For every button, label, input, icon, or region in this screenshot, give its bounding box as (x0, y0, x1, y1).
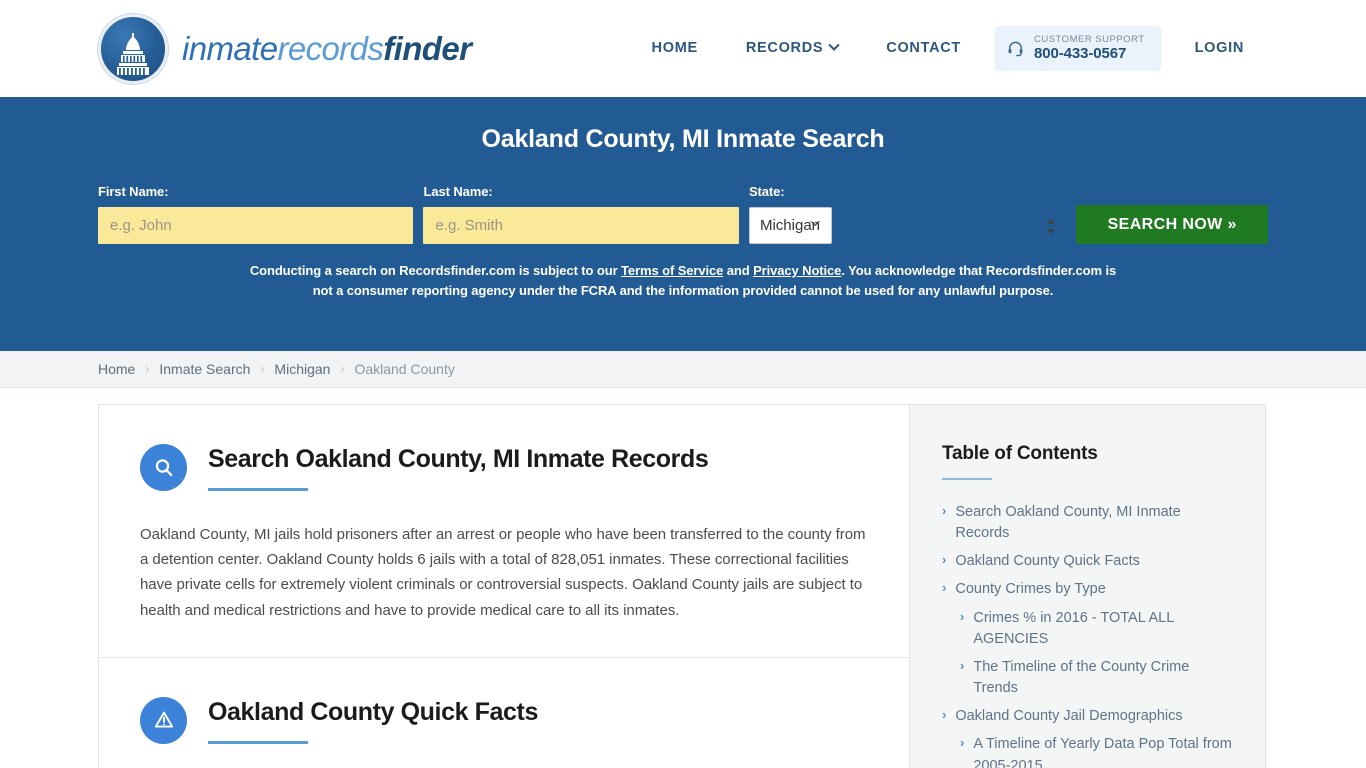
terms-of-service-link[interactable]: Terms of Service (621, 263, 723, 278)
alert-icon (140, 696, 187, 744)
breadcrumb-separator-icon: › (340, 362, 345, 376)
chevron-right-icon: › (960, 657, 965, 673)
nav-item-records[interactable]: RECORDS (722, 39, 862, 57)
section-header: Search Oakland County, MI Inmate Records (140, 442, 868, 491)
support-label: CUSTOMER SUPPORT (1033, 33, 1145, 45)
chevron-right-icon: › (942, 580, 947, 596)
title-underline (208, 740, 308, 744)
headset-icon (1007, 40, 1024, 57)
inmate-search-hero: Oakland County, MI Inmate Search First N… (0, 97, 1366, 351)
section-body-text: Oakland County, MI jails hold prisoners … (140, 526, 866, 619)
section-quick-facts: Oakland County Quick Facts (99, 656, 909, 768)
nav-item-contact[interactable]: CONTACT (862, 40, 985, 56)
first-name-input[interactable] (98, 207, 414, 244)
state-field-group: State: Michigan (748, 184, 1066, 244)
last-name-field-group: Last Name: (423, 184, 739, 244)
nav-item-login-label: LOGIN (1194, 40, 1244, 57)
breadcrumb: Home › Inmate Search › Michigan › Oaklan… (0, 351, 1366, 388)
disclaimer-text-mid: and (723, 263, 754, 278)
toc-underline (942, 478, 992, 480)
toc-item[interactable]: › Crimes % in 2016 - TOTAL ALL AGENCIES (942, 608, 1235, 650)
section-title-wrapper: Search Oakland County, MI Inmate Records (208, 442, 709, 491)
customer-support-badge[interactable]: CUSTOMER SUPPORT 800-433-0567 (994, 25, 1161, 72)
title-underline (208, 487, 308, 491)
toc-link[interactable]: The Timeline of the County Crime Trends (973, 657, 1235, 699)
search-now-button[interactable]: SEARCH NOW » (1076, 205, 1268, 244)
toc-item[interactable]: › A Timeline of Yearly Data Pop Total fr… (942, 734, 1235, 768)
last-name-label: Last Name: (423, 184, 493, 199)
capitol-dome-icon (98, 13, 168, 84)
section-title: Oakland County Quick Facts (208, 697, 538, 726)
brand-part-1: inmate (182, 30, 278, 67)
chevron-right-icon: › (942, 707, 947, 723)
section-title-wrapper: Oakland County Quick Facts (208, 695, 538, 744)
toc-link[interactable]: Search Oakland County, MI Inmate Records (955, 502, 1235, 544)
brand-wordmark: inmaterecordsfinder (182, 30, 472, 67)
state-select[interactable]: Michigan (748, 207, 832, 244)
toc-link[interactable]: Crimes % in 2016 - TOTAL ALL AGENCIES (973, 608, 1235, 650)
breadcrumb-item-inmate-search[interactable]: Inmate Search (159, 361, 250, 377)
chevron-down-icon (828, 39, 840, 52)
nav-item-records-label: RECORDS (745, 40, 824, 57)
nav-item-login[interactable]: LOGIN (1171, 40, 1268, 56)
toc-title: Table of Contents (942, 443, 1098, 464)
toc-item[interactable]: › The Timeline of the County Crime Trend… (942, 657, 1235, 699)
support-phone: 800-433-0567 (1033, 45, 1127, 63)
chevron-right-icon: › (942, 552, 947, 568)
brand-part-2: records (277, 30, 384, 67)
disclaimer-text-pre: Conducting a search on Recordsfinder.com… (249, 263, 622, 278)
toc-item[interactable]: › Oakland County Jail Demographics (942, 706, 1235, 727)
section-header: Oakland County Quick Facts (140, 695, 868, 744)
chevron-right-icon: › (942, 503, 947, 518)
first-name-label: First Name: (98, 184, 169, 199)
site-header: inmaterecordsfinder HOME RECORDS CONTACT… (0, 0, 1366, 97)
breadcrumb-item-home[interactable]: Home (98, 361, 135, 377)
toc-link[interactable]: County Crimes by Type (955, 579, 1105, 600)
state-select-wrapper: Michigan (748, 207, 1066, 244)
section-search-inmate-records: Search Oakland County, MI Inmate Records… (99, 405, 909, 657)
nav-item-home-label: HOME (651, 40, 698, 57)
chevron-right-icon: › (960, 608, 965, 624)
page-title: Oakland County, MI Inmate Search (481, 125, 885, 153)
toc-link[interactable]: Oakland County Jail Demographics (955, 706, 1182, 727)
search-disclaimer: Conducting a search on Recordsfinder.com… (98, 261, 1268, 301)
first-name-field-group: First Name: (98, 184, 414, 244)
main-navigation: HOME RECORDS CONTACT CUSTOMER SUPPORT 80… (628, 25, 1268, 72)
toc-link[interactable]: A Timeline of Yearly Data Pop Total from… (973, 734, 1235, 768)
toc-list: › Search Oakland County, MI Inmate Recor… (942, 502, 1235, 768)
last-name-input[interactable] (423, 207, 739, 244)
toc-link[interactable]: Oakland County Quick Facts (955, 551, 1140, 572)
main-content: Search Oakland County, MI Inmate Records… (98, 404, 909, 768)
toc-item[interactable]: › Oakland County Quick Facts (942, 551, 1235, 572)
toc-item[interactable]: › County Crimes by Type (942, 579, 1235, 600)
inmate-search-form: First Name: Last Name: State: Michigan S… (98, 184, 1268, 244)
table-of-contents-sidebar: Table of Contents › Search Oakland Count… (909, 404, 1266, 768)
nav-item-contact-label: CONTACT (886, 40, 961, 57)
page-body: Search Oakland County, MI Inmate Records… (0, 388, 1366, 768)
chevron-right-icon: › (960, 735, 965, 751)
nav-item-home[interactable]: HOME (628, 40, 722, 56)
breadcrumb-item-michigan[interactable]: Michigan (274, 361, 330, 377)
search-icon (140, 444, 187, 491)
toc-item[interactable]: › Search Oakland County, MI Inmate Recor… (942, 502, 1235, 544)
state-label: State: (748, 184, 785, 199)
section-title: Search Oakland County, MI Inmate Records (208, 445, 709, 473)
privacy-notice-link[interactable]: Privacy Notice (753, 263, 841, 278)
breadcrumb-separator-icon: › (260, 362, 265, 376)
breadcrumb-item-oakland-county: Oakland County (354, 361, 455, 377)
site-logo[interactable]: inmaterecordsfinder (98, 13, 472, 84)
brand-part-3: finder (383, 30, 472, 67)
breadcrumb-separator-icon: › (145, 362, 150, 376)
